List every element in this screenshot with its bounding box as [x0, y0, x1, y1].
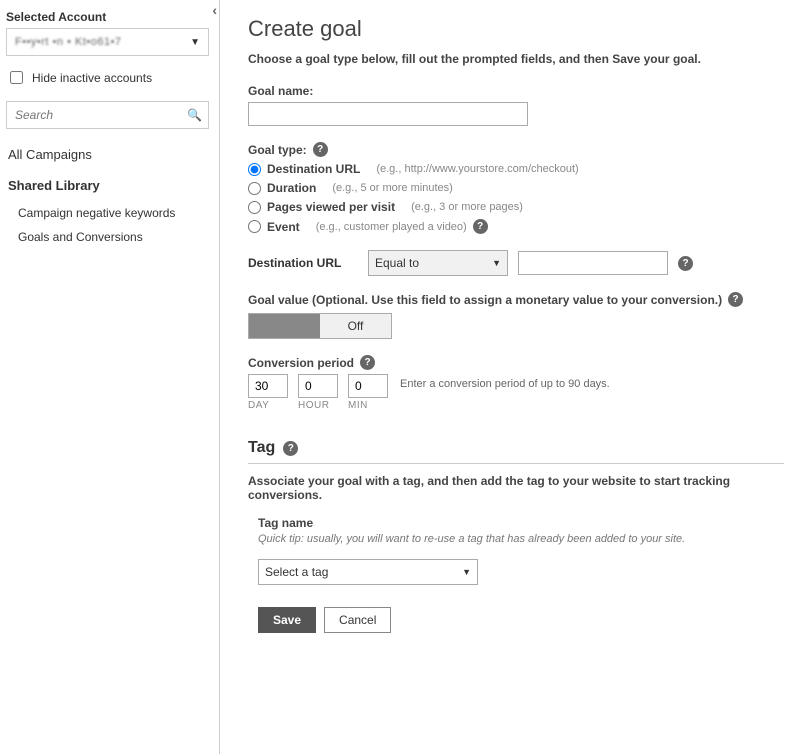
goal-type-duration[interactable]: Duration (e.g., 5 or more minutes): [248, 181, 784, 195]
search-box[interactable]: 🔍: [6, 101, 209, 129]
goal-type-label: Goal type:: [248, 143, 307, 157]
chevron-down-icon: ▼: [462, 567, 471, 577]
help-icon[interactable]: ?: [360, 355, 375, 370]
goal-type-destination-url[interactable]: Destination URL (e.g., http://www.yourst…: [248, 162, 784, 176]
cancel-button[interactable]: Cancel: [324, 607, 391, 633]
conversion-day-input[interactable]: [248, 374, 288, 398]
unit-min: MIN: [348, 400, 368, 411]
radio-duration[interactable]: [248, 182, 261, 195]
unit-hour: HOUR: [298, 400, 329, 411]
search-icon[interactable]: 🔍: [187, 108, 202, 122]
unit-day: DAY: [248, 400, 269, 411]
radio-event[interactable]: [248, 220, 261, 233]
nav-all-campaigns[interactable]: All Campaigns: [2, 139, 213, 170]
radio-label: Duration: [267, 181, 316, 195]
chevron-down-icon: ▼: [492, 258, 501, 268]
help-icon[interactable]: ?: [473, 219, 488, 234]
goal-value-toggle[interactable]: Off: [248, 313, 392, 339]
toggle-off-side: Off: [320, 314, 391, 338]
help-icon[interactable]: ?: [678, 256, 693, 271]
help-icon[interactable]: ?: [283, 441, 298, 456]
destination-url-input[interactable]: [518, 251, 668, 275]
goal-name-label: Goal name:: [248, 84, 784, 98]
page-title: Create goal: [248, 16, 784, 42]
help-icon[interactable]: ?: [728, 292, 743, 307]
radio-pages-viewed[interactable]: [248, 201, 261, 214]
nav-shared-library[interactable]: Shared Library: [2, 170, 213, 201]
radio-label: Destination URL: [267, 162, 360, 176]
radio-label: Event: [267, 220, 300, 234]
tag-associate-text: Associate your goal with a tag, and then…: [248, 474, 784, 502]
conversion-period-label: Conversion period: [248, 356, 354, 370]
toggle-on-side: [249, 314, 320, 338]
nav-campaign-negative-keywords[interactable]: Campaign negative keywords: [2, 201, 213, 225]
hide-inactive-checkbox[interactable]: [10, 71, 23, 84]
tag-select[interactable]: Select a tag ▼: [258, 559, 478, 585]
hide-inactive-label: Hide inactive accounts: [32, 71, 152, 85]
chevron-down-icon: ▼: [190, 37, 200, 48]
tag-name-label: Tag name: [258, 516, 784, 530]
conversion-hint: Enter a conversion period of up to 90 da…: [400, 374, 610, 390]
account-name: F••y•rt •n • Kt•o61•7: [15, 36, 122, 48]
select-value: Equal to: [375, 256, 419, 270]
divider: [248, 463, 784, 464]
tag-heading: Tag: [248, 439, 275, 457]
destination-operator-select[interactable]: Equal to ▼: [368, 250, 508, 276]
radio-hint: (e.g., http://www.yourstore.com/checkout…: [376, 163, 578, 175]
select-value: Select a tag: [265, 565, 328, 579]
save-button[interactable]: Save: [258, 607, 316, 633]
conversion-min-input[interactable]: [348, 374, 388, 398]
goal-value-label: Goal value (Optional. Use this field to …: [248, 293, 722, 307]
goal-type-event[interactable]: Event (e.g., customer played a video) ?: [248, 219, 784, 234]
tag-tip: Quick tip: usually, you will want to re-…: [258, 533, 784, 545]
conversion-hour-input[interactable]: [298, 374, 338, 398]
radio-destination-url[interactable]: [248, 163, 261, 176]
radio-label: Pages viewed per visit: [267, 200, 395, 214]
goal-type-pages-viewed[interactable]: Pages viewed per visit (e.g., 3 or more …: [248, 200, 784, 214]
hide-inactive-toggle[interactable]: Hide inactive accounts: [2, 66, 213, 97]
destination-url-label: Destination URL: [248, 256, 358, 270]
account-dropdown[interactable]: F••y•rt •n • Kt•o61•7 ▼: [6, 28, 209, 56]
goal-name-input[interactable]: [248, 102, 528, 126]
selected-account-label: Selected Account: [2, 4, 213, 28]
radio-hint: (e.g., 3 or more pages): [411, 201, 523, 213]
help-icon[interactable]: ?: [313, 142, 328, 157]
page-intro: Choose a goal type below, fill out the p…: [248, 52, 784, 66]
search-input[interactable]: [13, 107, 187, 123]
radio-hint: (e.g., 5 or more minutes): [332, 182, 452, 194]
radio-hint: (e.g., customer played a video): [316, 221, 467, 233]
nav-goals-and-conversions[interactable]: Goals and Conversions: [2, 225, 213, 249]
main-content: Create goal Choose a goal type below, fi…: [220, 0, 788, 754]
sidebar-collapse-handle[interactable]: ‹: [212, 2, 217, 18]
sidebar: ‹ Selected Account F••y•rt •n • Kt•o61•7…: [0, 0, 220, 754]
